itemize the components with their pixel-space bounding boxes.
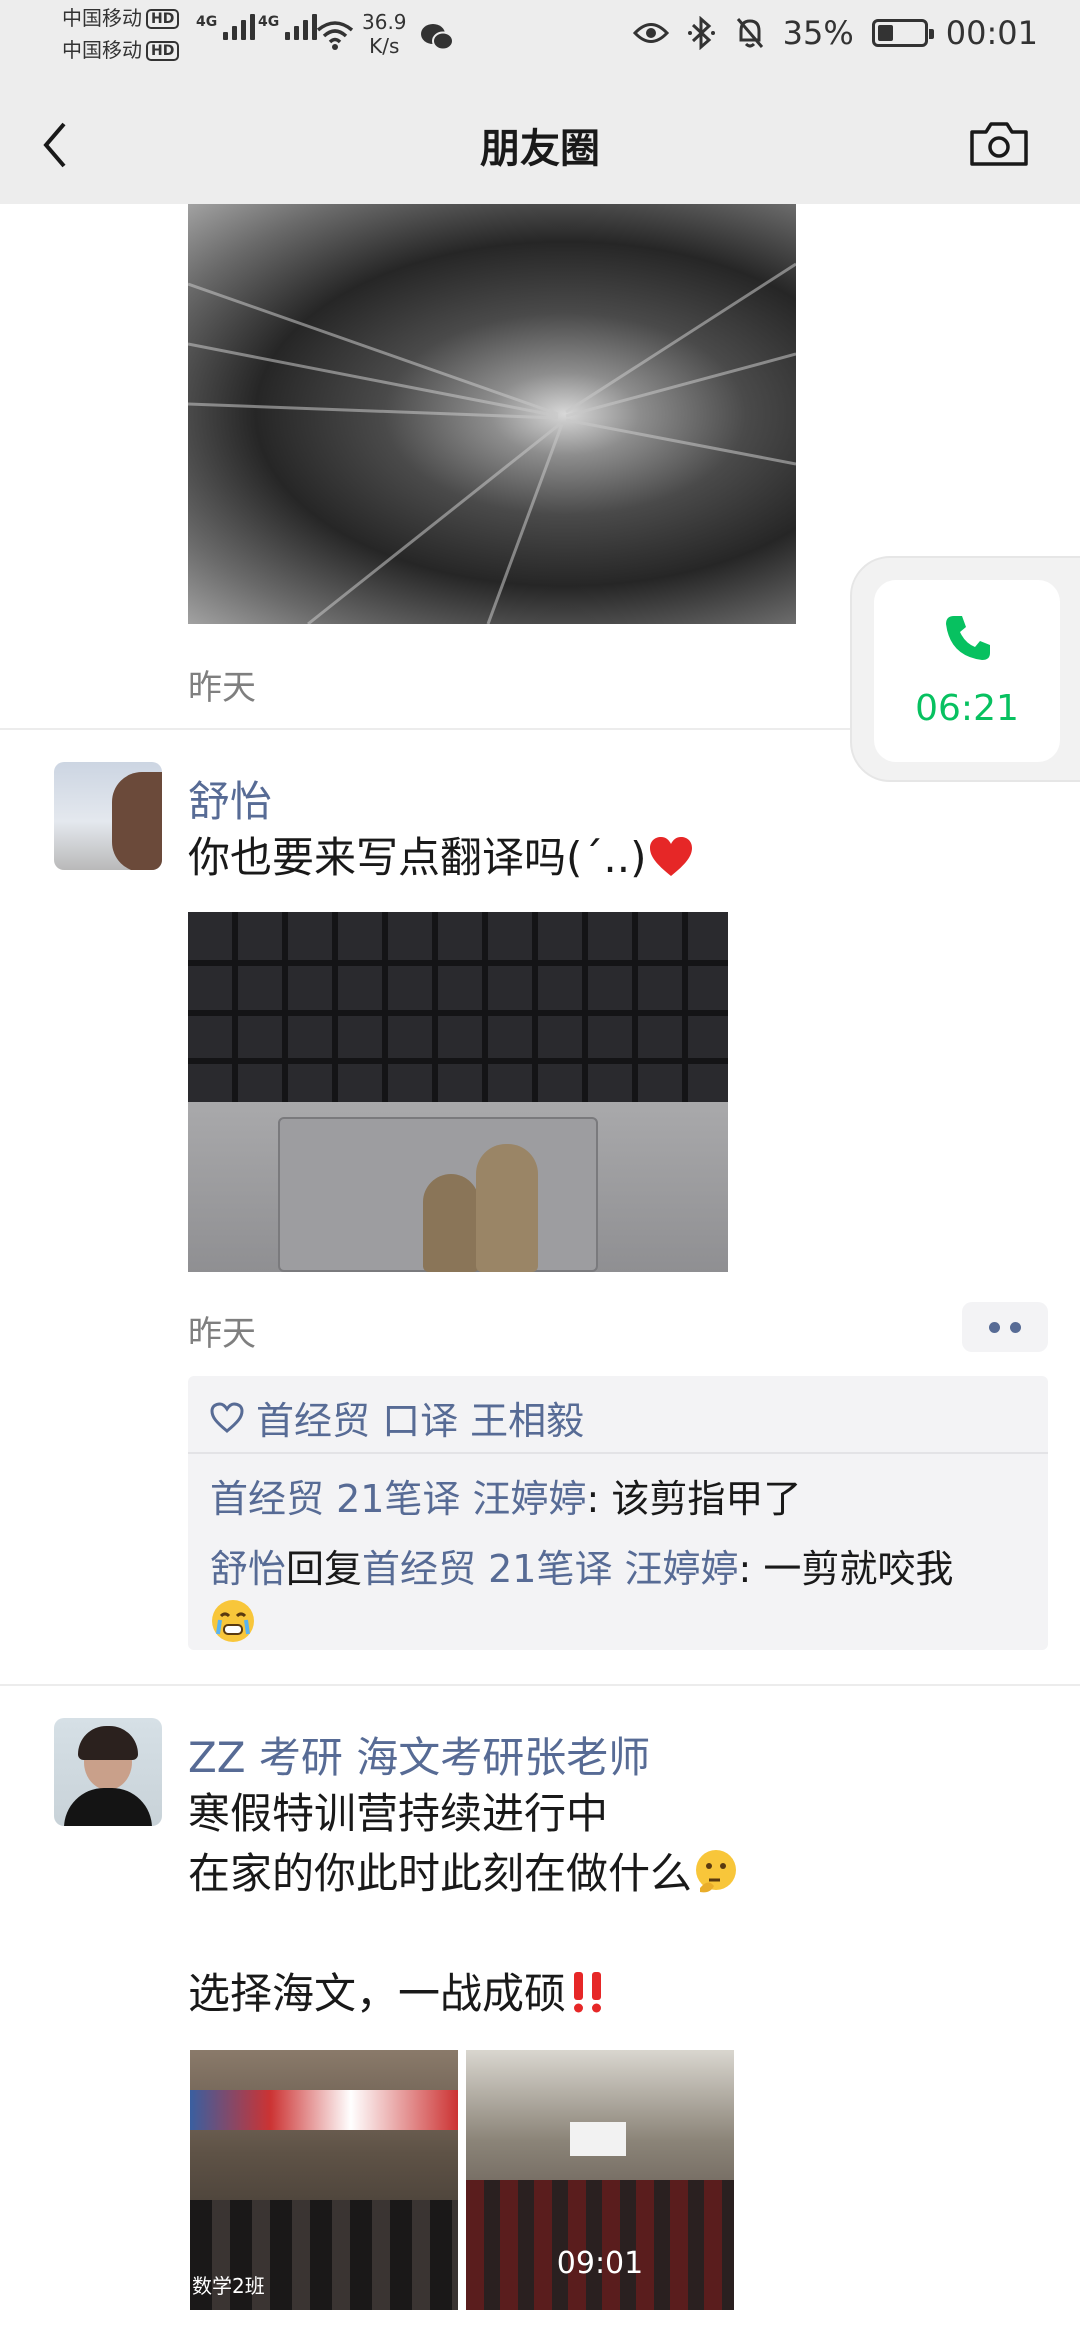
battery-icon [871,19,934,47]
likes-comments-panel: 首经贸 口译 王相毅 首经贸 21笔译 汪婷婷: 该剪指甲了 舒怡回复首经贸 2… [188,1376,1048,1650]
avatar-hair [78,1726,138,1760]
video-duration: 09:01 [556,2246,644,2281]
call-duration: 06:21 [915,688,1019,729]
nav-bar: 朋友圈 [0,78,1080,204]
page-title: 朋友圈 [480,126,600,172]
keyboard-keys [188,912,728,1102]
post-text-line3: 选择海文，一战成硕 [188,1969,567,2018]
camera-icon[interactable] [968,118,1030,170]
carrier-1-label: 中国移动 [62,6,142,30]
net-speed-value: 36.9 [362,10,407,34]
keyboard-photo[interactable] [188,912,728,1272]
carrier-2-label: 中国移动 [62,38,142,62]
double-exclamation-icon [574,1972,602,2013]
likes-row: 首经贸 口译 王相毅 [210,1390,584,1445]
comment-text: : 一剪就咬我 [738,1547,954,1591]
bluetooth-icon [687,16,715,50]
signal-1-label: 4G [196,14,218,30]
avatar[interactable] [54,1718,162,1826]
post-author[interactable]: 舒怡 [188,768,272,829]
audience [466,2180,734,2310]
paw-left [423,1174,479,1272]
status-bar: 中国移动 HD 中国移动 HD 4G 4G 36.9 K/s 35% 00:01 [0,0,1080,78]
post-time: 昨天 [188,668,256,708]
comment-item[interactable]: 首经贸 21笔译 汪婷婷: 该剪指甲了 [210,1472,1024,1526]
post-text-line2: 在家的你此时此刻在做什么 [188,1849,693,1898]
mute-icon [736,18,763,48]
comment-author[interactable]: 首经贸 21笔译 汪婷婷 [210,1477,587,1521]
post-time: 昨天 [188,1314,256,1354]
hd-badge: HD [146,9,180,29]
key-row-gap [188,1010,728,1016]
crying-face-icon [212,1600,254,1642]
photo-caption: 数学2班 [192,2274,265,2298]
signal-2-label: 4G [258,14,280,30]
classroom-photo[interactable]: 数学2班 [190,2050,458,2310]
carrier-1: 中国移动 HD [62,6,180,30]
avatar[interactable] [54,762,162,870]
status-right: 35% 00:01 [632,14,1038,52]
net-speed: 36.9 K/s [362,10,407,58]
comment-text: : 该剪指甲了 [586,1477,802,1521]
tunnel-lines [188,262,796,624]
red-heart-icon [650,837,693,876]
reply-target[interactable]: 首经贸 21笔译 汪婷婷 [362,1547,739,1591]
hd-badge: HD [146,41,180,61]
banner [190,2090,458,2130]
post-author[interactable]: ZZ 考研 海文考研张老师 [188,1724,650,1785]
post-text-line: 选择海文，一战成硕 [188,1964,610,2024]
call-float-widget[interactable]: 06:21 [850,556,1080,782]
key-row-gap [188,960,728,966]
status-time: 00:01 [945,14,1038,52]
avatar-shirt [64,1788,152,1826]
lecture-video[interactable]: 09:01 [466,2050,734,2310]
more-actions-button[interactable] [962,1302,1048,1352]
eye-icon [632,23,669,43]
thinking-face-icon [696,1850,737,1893]
post-text-line: 寒假特训营持续进行中 [188,1789,609,1838]
wechat-icon [421,24,454,51]
signal-1-icon: 4G [196,14,256,40]
projector-screen [570,2122,626,2156]
post-text-line: 在家的你此时此刻在做什么 [188,1844,740,1904]
carrier-2: 中国移动 HD [62,38,180,62]
paw-right [476,1144,538,1272]
reply-word: 回复 [286,1547,363,1591]
net-speed-unit: K/s [369,34,400,58]
wifi-icon [316,21,354,50]
moments-screen: 中国移动 HD 中国移动 HD 4G 4G 36.9 K/s 35% 00:01… [0,0,1080,2340]
key-row-gap [188,1058,728,1064]
post-divider [0,1684,1080,1686]
panel-divider [188,1452,1048,1454]
post-text: 你也要来写点翻译吗(´..) [188,828,694,888]
phone-icon [946,616,990,660]
battery-fill [877,25,893,41]
call-float-card[interactable]: 06:21 [874,580,1060,762]
comment-item[interactable]: 舒怡回复首经贸 21笔译 汪婷婷: 一剪就咬我 [210,1542,1024,1650]
battery-percent: 35% [782,14,854,52]
avatar-hair [112,772,162,870]
heart-outline-icon [210,1401,244,1433]
likes-names[interactable]: 首经贸 口译 王相毅 [256,1390,584,1445]
signal-2-icon: 4G [258,14,318,40]
comment-author[interactable]: 舒怡 [210,1547,286,1591]
tunnel-photo[interactable] [188,204,796,624]
post-text-content: 你也要来写点翻译吗(´..) [188,833,647,882]
